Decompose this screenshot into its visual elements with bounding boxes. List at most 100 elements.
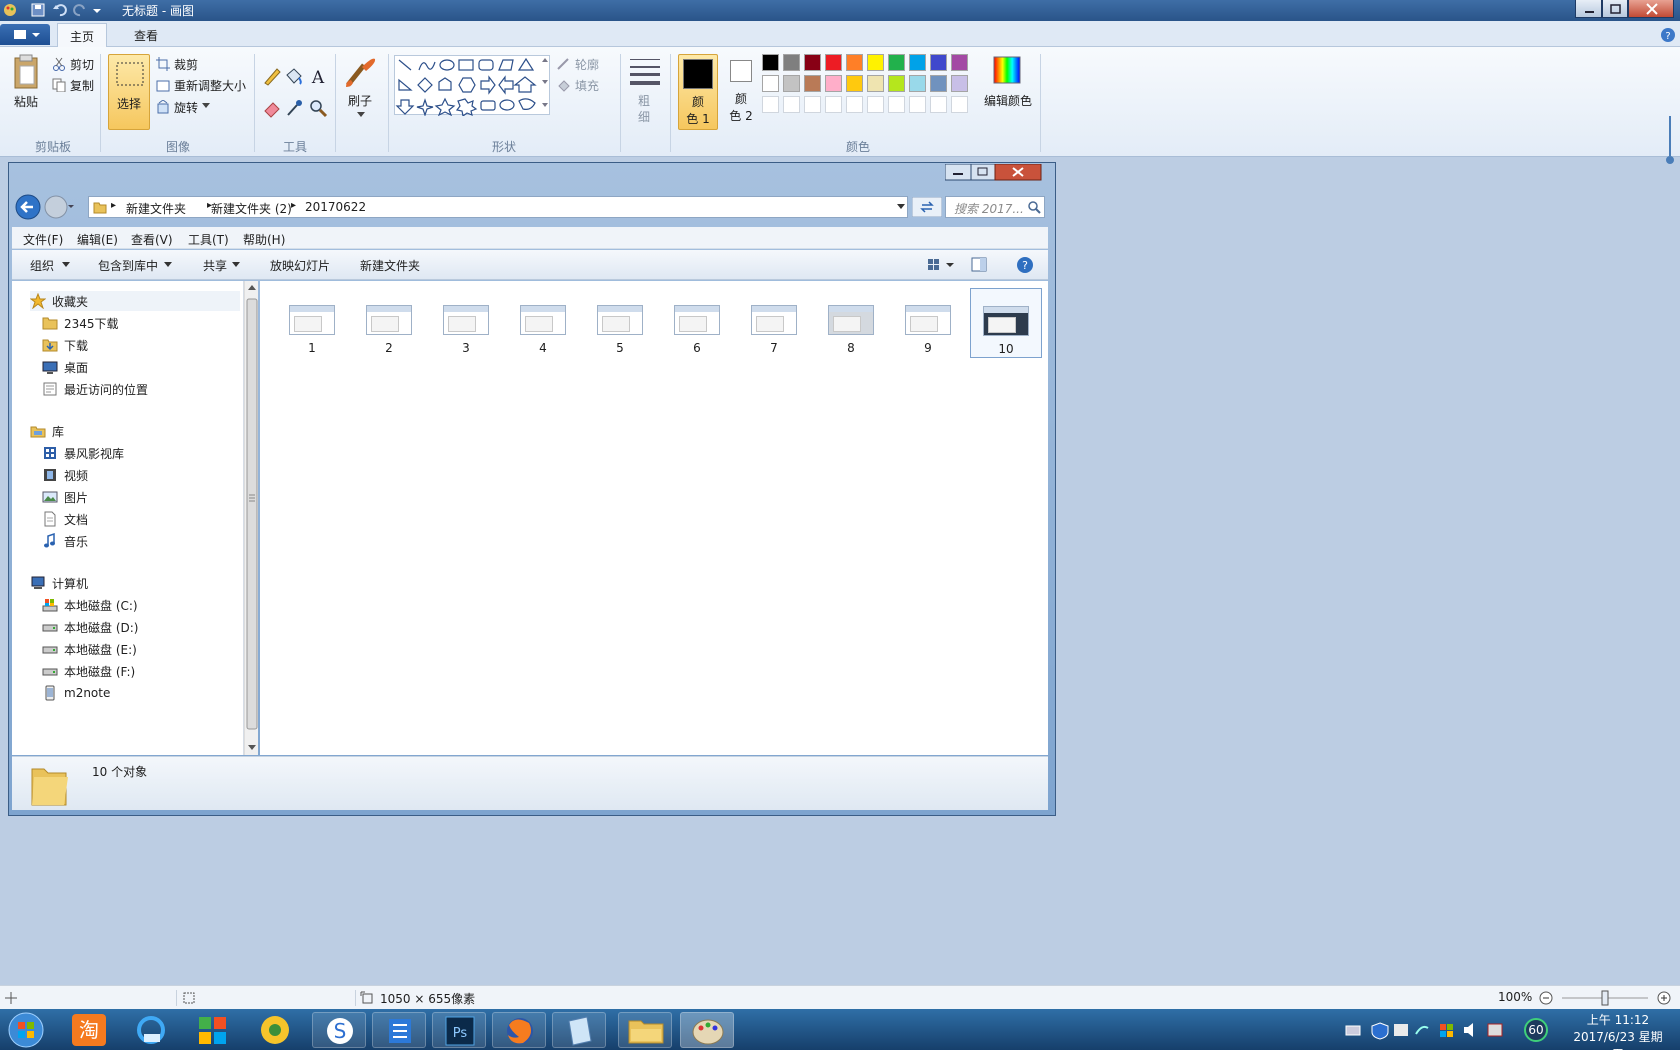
resize-button[interactable]: 重新调整大小 xyxy=(174,77,246,94)
nav-documents[interactable]: 文档 xyxy=(42,509,88,529)
minimize-button[interactable] xyxy=(1575,0,1602,18)
palette-swatch[interactable] xyxy=(825,54,842,71)
taobao-icon[interactable]: 淘 xyxy=(72,1014,106,1046)
start-button[interactable] xyxy=(4,1010,48,1050)
palette-swatch[interactable] xyxy=(846,96,863,113)
nav-drive-d[interactable]: 本地磁盘 (D:) xyxy=(42,617,138,637)
eraser-icon[interactable] xyxy=(262,98,282,118)
palette-swatch[interactable] xyxy=(783,54,800,71)
nav-computer[interactable]: 计算机 xyxy=(30,573,88,593)
nav-2345-downloads[interactable]: 2345下载 xyxy=(42,313,119,333)
taskbar-paint[interactable] xyxy=(680,1012,734,1048)
organize-button[interactable]: 组织 xyxy=(30,257,54,274)
include-in-library-button[interactable]: 包含到库中 xyxy=(98,257,158,274)
browser-icon[interactable] xyxy=(134,1014,168,1046)
new-folder-button[interactable]: 新建文件夹 xyxy=(360,257,420,274)
share-button[interactable]: 共享 xyxy=(203,257,227,274)
pencil-icon[interactable] xyxy=(262,66,282,86)
palette-swatch[interactable] xyxy=(783,96,800,113)
paste-button[interactable]: 粘贴 xyxy=(14,93,38,110)
palette-swatch[interactable] xyxy=(909,54,926,71)
nav-drive-f[interactable]: 本地磁盘 (F:) xyxy=(42,661,135,681)
text-icon[interactable]: A xyxy=(308,66,328,86)
redo-icon[interactable] xyxy=(72,2,88,18)
file-thumbnail-1[interactable]: 1 xyxy=(282,300,342,368)
file-thumbnail-4[interactable]: 4 xyxy=(513,300,573,368)
palette-swatch[interactable] xyxy=(804,96,821,113)
player-icon[interactable] xyxy=(258,1014,292,1046)
palette-swatch[interactable] xyxy=(783,75,800,92)
network-badge[interactable]: 60 xyxy=(1524,1018,1548,1042)
tab-home[interactable]: 主页 xyxy=(57,23,108,47)
palette-swatch[interactable] xyxy=(930,54,947,71)
palette-swatch[interactable] xyxy=(825,96,842,113)
nav-drive-e[interactable]: 本地磁盘 (E:) xyxy=(42,639,137,659)
palette-swatch[interactable] xyxy=(888,96,905,113)
file-thumbnail-3[interactable]: 3 xyxy=(436,300,496,368)
taskbar-explorer[interactable] xyxy=(618,1012,672,1048)
view-options-icon[interactable] xyxy=(924,256,1004,274)
breadcrumb-item[interactable]: 新建文件夹 (2) xyxy=(211,200,292,217)
search-icon[interactable] xyxy=(1027,200,1041,214)
nav-desktop[interactable]: 桌面 xyxy=(42,357,88,377)
nav-scrollbar[interactable] xyxy=(244,281,258,755)
restore-button[interactable] xyxy=(1602,0,1628,18)
outline-button[interactable]: 轮廓 xyxy=(575,56,599,73)
magnifier-icon[interactable] xyxy=(308,98,328,118)
palette-swatch[interactable] xyxy=(762,54,779,71)
taskbar-firefox[interactable] xyxy=(492,1012,546,1048)
cut-button[interactable]: 剪切 xyxy=(70,56,94,73)
rotate-button[interactable]: 旋转 xyxy=(174,99,198,116)
slideshow-button[interactable]: 放映幻灯片 xyxy=(270,257,330,274)
palette-swatch[interactable] xyxy=(930,75,947,92)
palette-swatch[interactable] xyxy=(909,75,926,92)
address-dropdown-icon[interactable] xyxy=(897,204,905,210)
color1-button[interactable]: 颜 色 1 xyxy=(678,54,718,130)
nav-m2note[interactable]: m2note xyxy=(42,683,110,703)
breadcrumb-item[interactable]: 20170622 xyxy=(305,200,366,214)
file-thumbnail-8[interactable]: 8 xyxy=(821,300,881,368)
palette-swatch[interactable] xyxy=(867,54,884,71)
save-icon[interactable] xyxy=(30,2,46,18)
palette-swatch[interactable] xyxy=(867,96,884,113)
palette-swatch[interactable] xyxy=(888,75,905,92)
palette-swatch[interactable] xyxy=(888,54,905,71)
shapes-scroll-icon[interactable] xyxy=(540,55,550,115)
system-tray-icons[interactable] xyxy=(1340,1020,1540,1040)
shapes-gallery[interactable] xyxy=(394,55,550,116)
file-thumbnail-10[interactable]: 10 xyxy=(970,288,1042,358)
brushes-button[interactable]: 刷子 xyxy=(348,92,372,109)
palette-swatch[interactable] xyxy=(762,96,779,113)
app-store-icon[interactable] xyxy=(196,1014,230,1046)
palette-swatch[interactable] xyxy=(846,75,863,92)
nav-music[interactable]: 音乐 xyxy=(42,531,88,551)
taskbar-notepad[interactable] xyxy=(552,1012,606,1048)
breadcrumb-item[interactable]: 新建文件夹 xyxy=(126,200,186,217)
help-icon[interactable]: ? xyxy=(1660,27,1676,43)
palette-swatch[interactable] xyxy=(909,96,926,113)
file-thumbnail-6[interactable]: 6 xyxy=(667,300,727,368)
fill-bucket-icon[interactable] xyxy=(284,66,304,86)
taskbar-photoshop[interactable]: Ps xyxy=(432,1012,486,1048)
palette-swatch[interactable] xyxy=(930,96,947,113)
nav-drive-c[interactable]: 本地磁盘 (C:) xyxy=(42,595,138,615)
size-button[interactable]: 粗 xyxy=(638,92,650,109)
menu-help[interactable]: 帮助(H) xyxy=(243,231,285,248)
undo-icon[interactable] xyxy=(52,2,68,18)
menu-tools[interactable]: 工具(T) xyxy=(188,231,229,248)
nav-videos[interactable]: 视频 xyxy=(42,465,88,485)
palette-swatch[interactable] xyxy=(951,54,968,71)
refresh-icon[interactable] xyxy=(912,197,942,217)
crop-button[interactable]: 裁剪 xyxy=(174,56,198,73)
palette-swatch[interactable] xyxy=(825,75,842,92)
palette-swatch[interactable] xyxy=(867,75,884,92)
file-thumbnail-9[interactable]: 9 xyxy=(898,300,958,368)
menu-view[interactable]: 查看(V) xyxy=(131,231,173,248)
file-thumbnail-5[interactable]: 5 xyxy=(590,300,650,368)
select-button[interactable]: 选择 xyxy=(108,54,150,130)
palette-swatch[interactable] xyxy=(951,96,968,113)
nav-baofeng-library[interactable]: 暴风影视库 xyxy=(42,443,124,463)
back-forward-icon[interactable] xyxy=(14,193,74,221)
palette-swatch[interactable] xyxy=(804,54,821,71)
palette-swatch[interactable] xyxy=(804,75,821,92)
